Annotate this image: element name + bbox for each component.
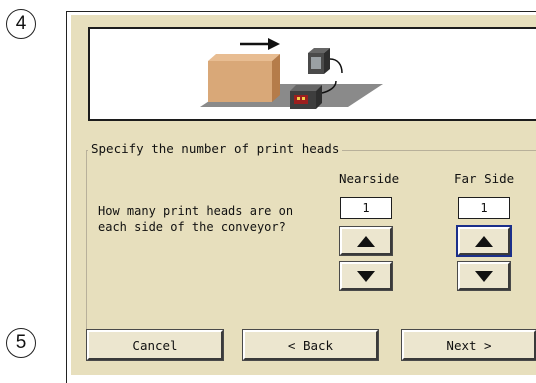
callout-step-4: 4	[6, 9, 36, 39]
callout-step-5: 5	[6, 328, 36, 358]
nearside-count-field[interactable]: 1	[340, 197, 392, 219]
illustration-panel	[88, 27, 536, 121]
box-side	[272, 54, 280, 102]
farside-count-field[interactable]: 1	[458, 197, 510, 219]
box	[208, 61, 272, 102]
farside-increase-button[interactable]	[456, 225, 512, 257]
farside-column-label: Far Side	[454, 171, 515, 186]
cancel-button[interactable]: Cancel	[86, 329, 224, 361]
conveyor-print-heads-illustration	[200, 38, 383, 109]
up-arrow-icon	[357, 235, 375, 247]
farside-decrease-button[interactable]	[457, 261, 511, 291]
group-box-title: Specify the number of print heads	[88, 141, 343, 156]
nearside-column-label: Nearside	[339, 171, 400, 186]
box-top	[208, 54, 280, 61]
next-button[interactable]: Next >	[401, 329, 536, 361]
nearside-increase-button[interactable]	[339, 226, 393, 256]
nearside-decrease-button[interactable]	[339, 261, 393, 291]
back-button[interactable]: < Back	[242, 329, 379, 361]
down-arrow-icon	[357, 270, 375, 282]
far-side-print-head-icon	[308, 48, 343, 74]
group-box-border-left	[86, 150, 87, 358]
down-arrow-icon	[475, 270, 493, 282]
direction-arrow-head	[268, 38, 280, 50]
print-heads-question: How many print heads are on each side of…	[98, 204, 294, 234]
up-arrow-icon	[475, 235, 493, 247]
